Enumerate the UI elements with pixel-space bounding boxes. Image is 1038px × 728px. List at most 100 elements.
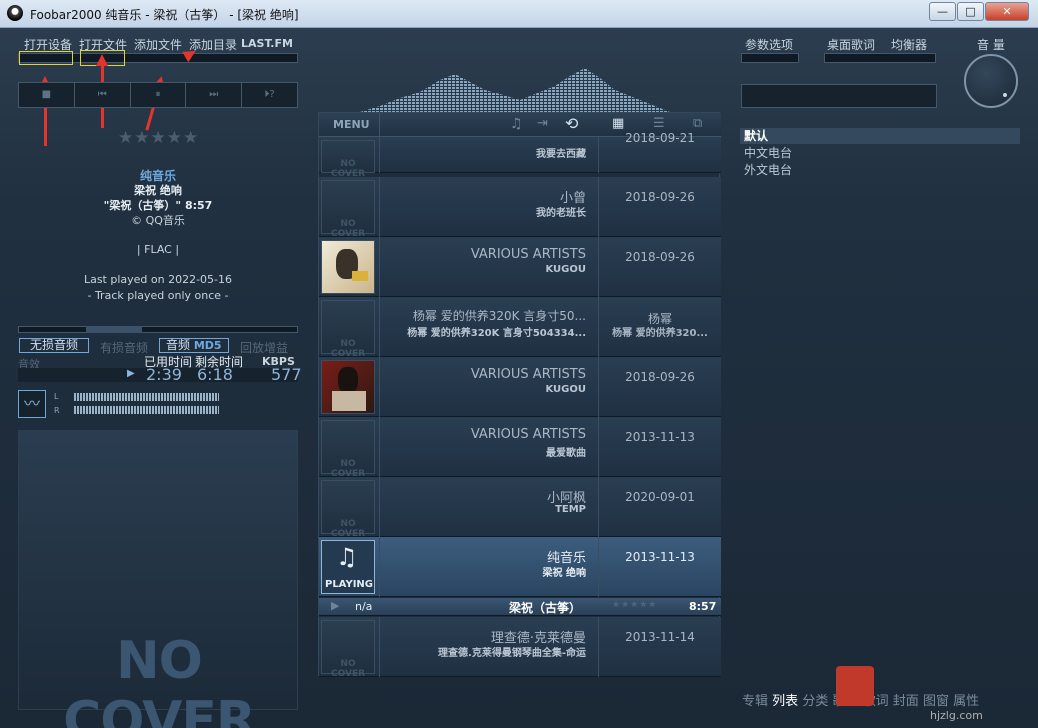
remaining-time: 6:18 (197, 365, 233, 384)
replay-gain: 回放增益 (240, 341, 289, 355)
toolbar-divider (379, 113, 380, 137)
row-subtitle: 杨幂 爱的供养320K 言身寸504334... (407, 328, 586, 339)
shirt-shape (332, 391, 366, 411)
album-art-thumbnail (321, 240, 375, 294)
seek-bar[interactable] (18, 326, 298, 333)
next-button[interactable]: ⏭ (186, 83, 243, 107)
playlist-panel: MENU ♫ ⇥ ⟲ ▦ ☰ ⧉ NO COVER 我要去西藏 2018-09-… (318, 112, 721, 679)
window-title: Foobar2000 纯音乐 - 梁祝（古筝） - [梁祝 绝响] (30, 8, 299, 22)
music-note-icon: ♫ (336, 543, 358, 571)
minimize-button[interactable]: — (929, 2, 956, 21)
playlist-row[interactable]: NO COVER 小阿枫 TEMP 2020-09-01 (319, 477, 721, 539)
cover-placeholder: NO COVER (321, 180, 375, 239)
row-date: 2013-11-14 (625, 630, 695, 644)
playlist-row[interactable]: NO COVER 理查德·克莱德曼 理查德.克莱得曼钢琴曲全集-命运 2013-1… (319, 617, 721, 679)
left-level (74, 393, 219, 401)
now-artist: 梁祝 绝响 (134, 184, 182, 197)
volume-knob[interactable] (964, 54, 1018, 108)
radio-item-default[interactable]: 默认 (740, 128, 1020, 144)
tab-album[interactable]: 专辑 (742, 694, 768, 709)
watermark-seal-logo (836, 666, 874, 706)
rating-stars[interactable]: ★★★★★ (118, 128, 199, 148)
maximize-button[interactable]: □ (957, 2, 984, 21)
red-arrow-4 (184, 55, 188, 58)
export-icon[interactable]: ⇥ (537, 116, 548, 131)
left-cover-art: NO COVER (18, 430, 298, 728)
stop-button[interactable]: ■ (19, 83, 75, 107)
player-main: 打开设备 打开文件 添加文件 添加目录 LAST.FM ■ ⏮ ⏸ ⏭ ⏵? ★… (0, 28, 1038, 728)
lastfm-link[interactable]: LAST.FM (241, 37, 293, 50)
left-nocover-text: NO COVER (63, 631, 256, 728)
radio-item-chinese[interactable]: 中文电台 (740, 144, 1020, 160)
close-button[interactable]: ✕ (985, 2, 1029, 21)
left-channel-label: L (54, 392, 59, 401)
right-level (74, 406, 219, 414)
tab-properties[interactable]: 属性 (953, 694, 979, 709)
params-link[interactable]: 参数选项 (745, 36, 793, 53)
row-text: 小曾 我的老班长 (379, 177, 599, 237)
row-title: VARIOUS ARTISTS (470, 247, 586, 262)
row-text: VARIOUS ARTISTS KUGOU (379, 357, 599, 417)
now-duration: 8:57 (184, 199, 213, 212)
add-dir-link[interactable]: 添加目录 (189, 36, 237, 53)
track-time: 8:57 (689, 600, 717, 613)
md5-label: MD5 (193, 339, 222, 352)
tab-image-window[interactable]: 图窗 (923, 694, 949, 709)
playlist-row[interactable]: VARIOUS ARTISTS KUGOU 2018-09-26 (319, 237, 721, 297)
now-playing-track-row[interactable]: ▶ n/a 梁祝（古筝） ★★★★★ 8:57 (319, 598, 721, 616)
transport-controls: ■ ⏮ ⏸ ⏭ ⏵? (18, 82, 298, 108)
volume-knob-dot (1003, 93, 1007, 97)
volume-label: 音 量 (977, 38, 1005, 52)
bitrate-value: 577 (271, 365, 302, 384)
row-date: 2018-09-26 (625, 250, 695, 264)
row-subtitle: 最爱歌曲 (546, 448, 586, 459)
pause-button[interactable]: ⏸ (131, 83, 187, 107)
list-view-icon[interactable]: ☰ (653, 116, 665, 131)
playlist-row-playing[interactable]: ♫ PLAYING 纯音乐 梁祝 绝响 2013-11-13 (319, 537, 721, 597)
menu-button[interactable]: MENU (333, 118, 370, 131)
music-note-icon[interactable]: ♫ (510, 116, 523, 132)
row-text: 理查德·克莱德曼 理查德.克莱得曼钢琴曲全集-命运 (379, 617, 599, 677)
audio-md5-badge: 音频 MD5 (159, 338, 229, 353)
window-view-icon[interactable]: ⧉ (693, 116, 702, 131)
grid-view-icon[interactable]: ▦ (612, 116, 624, 131)
cover-placeholder: NO COVER (321, 300, 375, 359)
highlight-box-1 (19, 51, 73, 65)
add-file-link[interactable]: 添加文件 (134, 36, 182, 53)
album-art-thumbnail (321, 360, 375, 414)
waveform-icon[interactable]: 〰 (18, 390, 46, 418)
refresh-icon[interactable]: ⟲ (565, 114, 578, 133)
now-title: "梁祝（古筝）" (103, 199, 182, 212)
search-box[interactable] (741, 84, 937, 108)
equalizer-link[interactable]: 均衡器 (891, 36, 927, 53)
row-date: 2013-11-13 (625, 430, 695, 444)
track-played: - Track played only once - (87, 289, 229, 302)
foobar-window: Foobar2000 纯音乐 - 梁祝（古筝） - [梁祝 绝响] — □ ✕ … (0, 0, 1038, 728)
playlist-row[interactable]: NO COVER 小曾 我的老班长 2018-09-26 (319, 177, 721, 239)
cover-placeholder: NO COVER (321, 140, 375, 179)
now-title-line: "梁祝（古筝）" 8:57 (18, 197, 298, 213)
tab-list[interactable]: 列表 (772, 694, 798, 709)
desktop-lyrics-link[interactable]: 桌面歌词 (827, 36, 875, 53)
tab-cover[interactable]: 封面 (893, 694, 919, 709)
tab-category[interactable]: 分类 (802, 694, 828, 709)
watermark-text: hjzlg.com (930, 709, 983, 722)
portrait-shape (338, 367, 358, 393)
playlist-row[interactable]: VARIOUS ARTISTS KUGOU 2018-09-26 (319, 357, 721, 417)
play-indicator-icon: ▶ (127, 368, 135, 379)
playlist-row[interactable]: NO COVER 杨幂 爱的供养320K 言身寸50... 杨幂 爱的供养320K… (319, 297, 721, 359)
row-date: 2018-09-21 (625, 131, 695, 145)
playlist-row[interactable]: NO COVER VARIOUS ARTISTS 最爱歌曲 2013-11-13 (319, 417, 721, 479)
radio-item-foreign[interactable]: 外文电台 (740, 160, 1020, 177)
playlist-row[interactable]: NO COVER 我要去西藏 2018-09-21 (319, 131, 721, 179)
now-copyright: © QQ音乐 (131, 214, 185, 227)
right-channel-label: R (54, 406, 60, 415)
title-bar: Foobar2000 纯音乐 - 梁祝（古筝） - [梁祝 绝响] — □ ✕ (0, 0, 1038, 28)
prev-button[interactable]: ⏮ (75, 83, 131, 107)
seek-thumb[interactable] (86, 326, 142, 333)
track-rating[interactable]: ★★★★★ (612, 600, 657, 610)
row-text: VARIOUS ARTISTS 最爱歌曲 (379, 417, 599, 477)
random-button[interactable]: ⏵? (242, 83, 297, 107)
track-number: n/a (355, 600, 373, 613)
row-date: 2020-09-01 (625, 490, 695, 504)
